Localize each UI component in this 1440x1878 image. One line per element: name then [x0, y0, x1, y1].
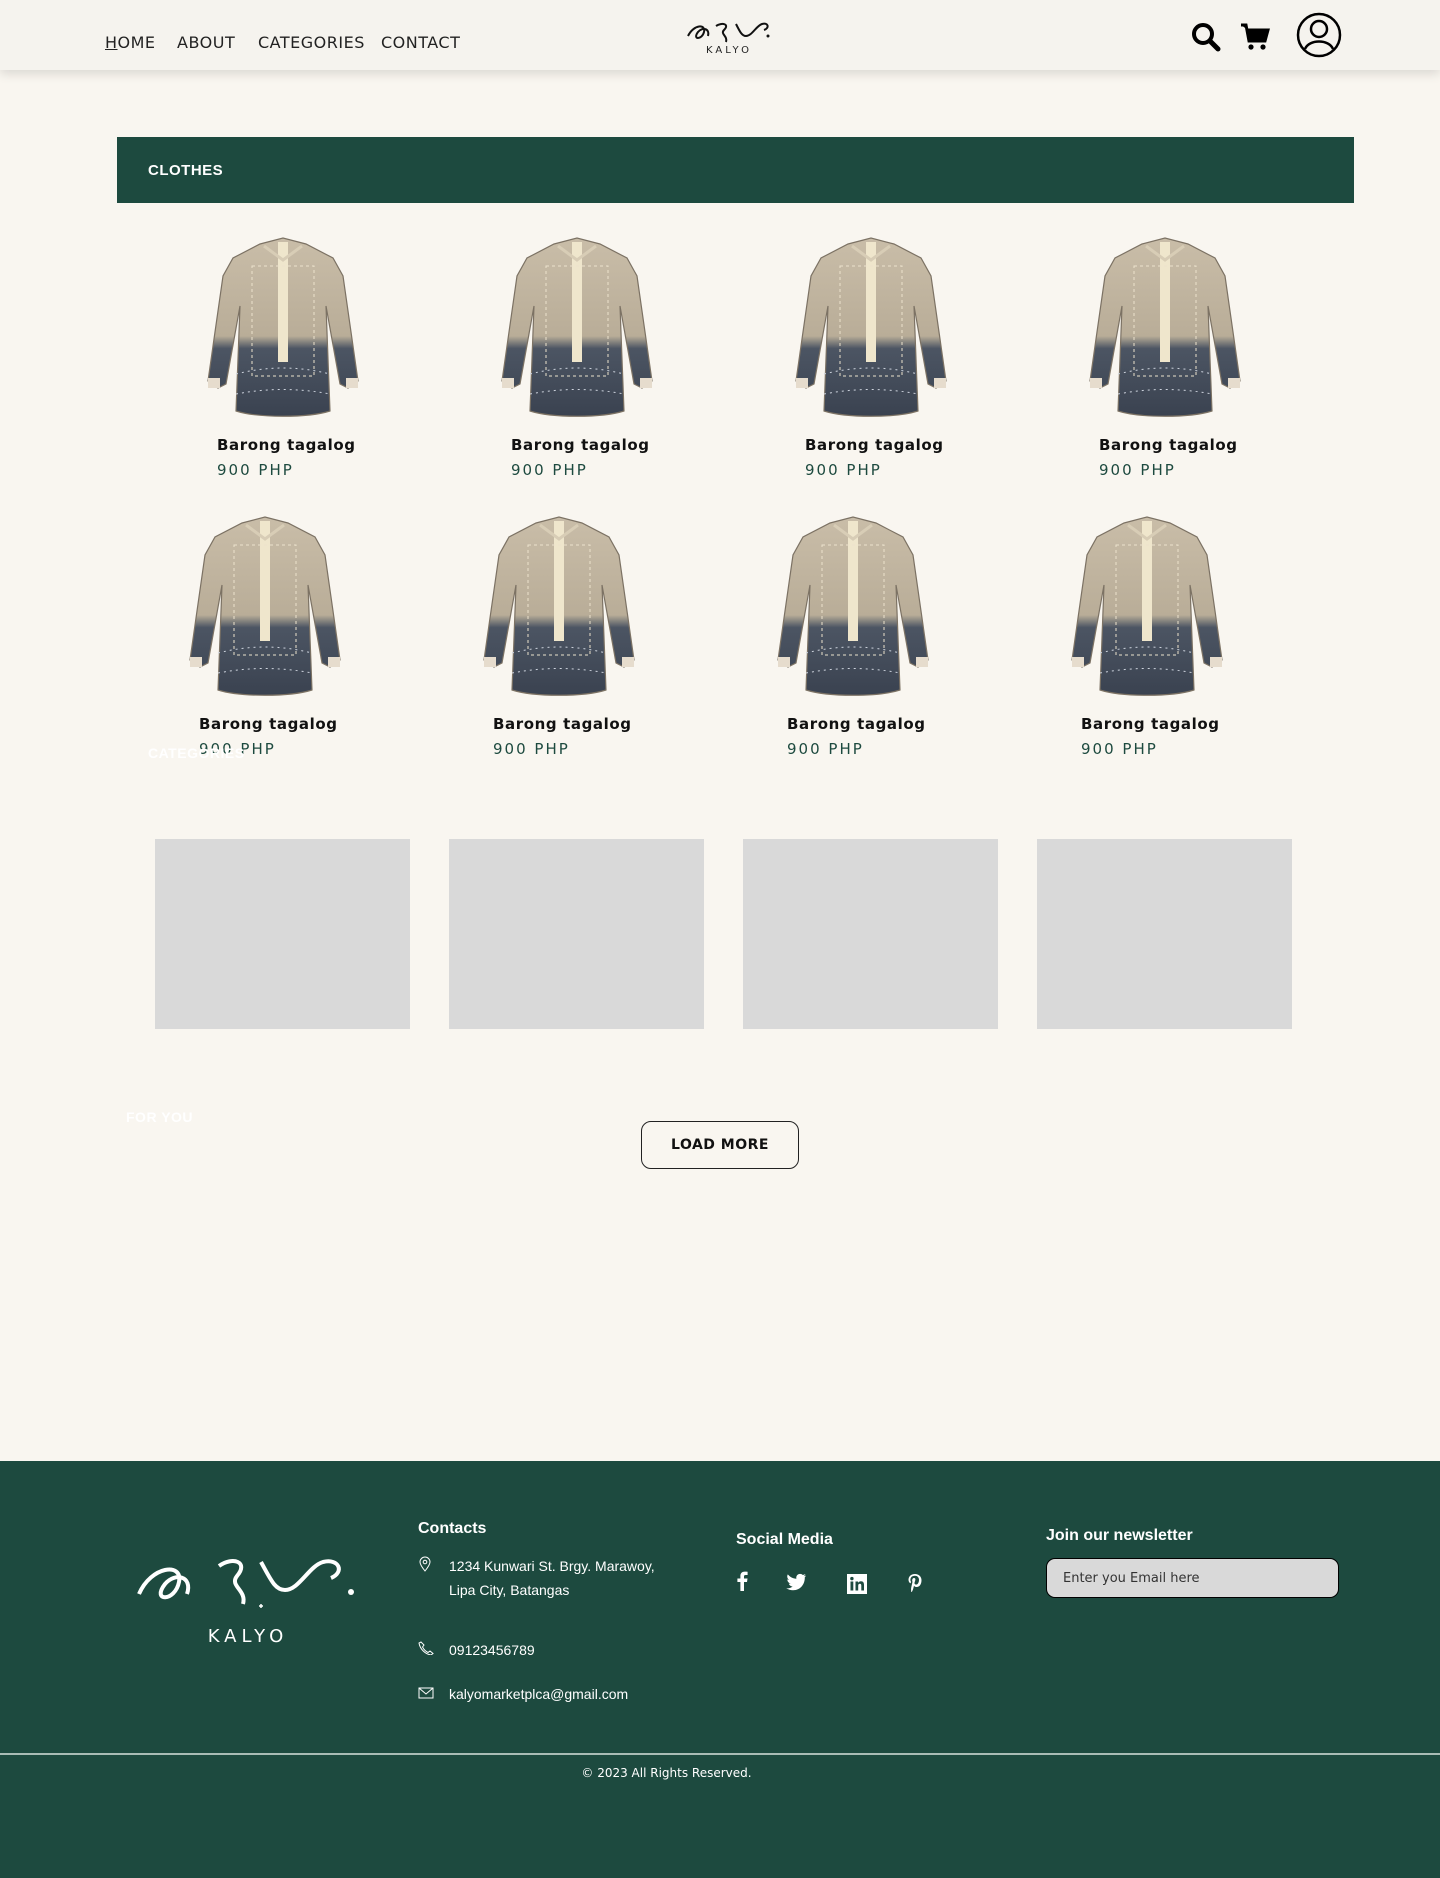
nav-contact-link[interactable]: CONTACT	[381, 33, 460, 52]
footer-address-line2: Lipa City, Batangas	[449, 1582, 570, 1598]
section-title: CLOTHES	[148, 162, 224, 179]
category-tile-1[interactable]	[155, 839, 410, 1029]
product-price: 900 PHP	[1099, 461, 1176, 479]
user-icon[interactable]	[1296, 12, 1342, 63]
footer-address: 1234 Kunwari St. Brgy. Marawoy, Lipa Cit…	[449, 1554, 655, 1602]
linkedin-icon[interactable]	[847, 1574, 867, 1599]
product-price: 900 PHP	[217, 461, 294, 479]
product-name[interactable]: Barong tagalog	[511, 436, 650, 454]
load-more-button[interactable]: LOAD MORE	[641, 1121, 799, 1169]
pinterest-icon[interactable]	[907, 1573, 923, 1598]
product-image[interactable]	[1080, 236, 1250, 421]
product-name[interactable]: Barong tagalog	[1099, 436, 1238, 454]
footer-address-line1: 1234 Kunwari St. Brgy. Marawoy,	[449, 1558, 655, 1574]
footer-newsletter-title: Join our newsletter	[1046, 1527, 1193, 1544]
brand-logo-mark	[687, 22, 770, 43]
product-image[interactable]	[198, 236, 368, 421]
footer-logo: KALYO	[133, 1546, 363, 1647]
phone-icon	[418, 1641, 434, 1660]
footer-copyright: © 2023 All Rights Reserved.	[581, 1766, 752, 1780]
product-image[interactable]	[786, 236, 956, 421]
category-tile-3[interactable]	[743, 839, 998, 1029]
nav-home-link[interactable]: HOME	[105, 33, 156, 52]
product-name[interactable]: Barong tagalog	[217, 436, 356, 454]
for-you-ghost-label: FOR YOU	[126, 1109, 194, 1125]
product-name[interactable]: Barong tagalog	[1081, 715, 1220, 733]
product-name[interactable]: Barong tagalog	[199, 715, 338, 733]
top-navbar: HOME ABOUT CATEGORIES CONTACT KALYO	[0, 0, 1440, 70]
product-image[interactable]	[768, 515, 938, 700]
newsletter-email-input[interactable]	[1046, 1558, 1339, 1598]
location-pin-icon	[418, 1556, 432, 1577]
footer: KALYO Contacts 1234 Kunwari St. Brgy. Ma…	[0, 1461, 1440, 1878]
footer-contacts-title: Contacts	[418, 1520, 487, 1537]
nav-about-link[interactable]: ABOUT	[177, 33, 235, 52]
product-price: 900 PHP	[493, 740, 570, 758]
footer-logo-text: KALYO	[207, 1626, 289, 1647]
footer-divider	[0, 1753, 1440, 1755]
brand-logo[interactable]: KALYO	[684, 18, 774, 58]
mail-icon	[418, 1686, 434, 1704]
search-icon[interactable]	[1191, 22, 1221, 57]
facebook-icon[interactable]	[736, 1571, 748, 1596]
product-price: 900 PHP	[1081, 740, 1158, 758]
product-price: 900 PHP	[805, 461, 882, 479]
product-price: 900 PHP	[787, 740, 864, 758]
product-price: 900 PHP	[511, 461, 588, 479]
categories-ghost-label: CATEGORIES	[148, 745, 245, 761]
product-image[interactable]	[474, 515, 644, 700]
cart-icon[interactable]	[1240, 22, 1270, 57]
product-image[interactable]	[492, 236, 662, 421]
twitter-icon[interactable]	[785, 1573, 807, 1596]
product-image[interactable]	[180, 515, 350, 700]
product-image[interactable]	[1062, 515, 1232, 700]
product-name[interactable]: Barong tagalog	[805, 436, 944, 454]
footer-social-title: Social Media	[736, 1531, 833, 1548]
product-name[interactable]: Barong tagalog	[493, 715, 632, 733]
category-tile-4[interactable]	[1037, 839, 1292, 1029]
nav-categories-link[interactable]: CATEGORIES	[258, 33, 365, 52]
footer-email[interactable]: kalyomarketplca@gmail.com	[449, 1682, 628, 1706]
section-banner: CLOTHES	[117, 137, 1354, 203]
brand-logo-text: KALYO	[706, 45, 752, 56]
product-name[interactable]: Barong tagalog	[787, 715, 926, 733]
footer-logo-mark	[137, 1559, 354, 1608]
footer-phone: 09123456789	[449, 1642, 535, 1658]
category-tile-2[interactable]	[449, 839, 704, 1029]
